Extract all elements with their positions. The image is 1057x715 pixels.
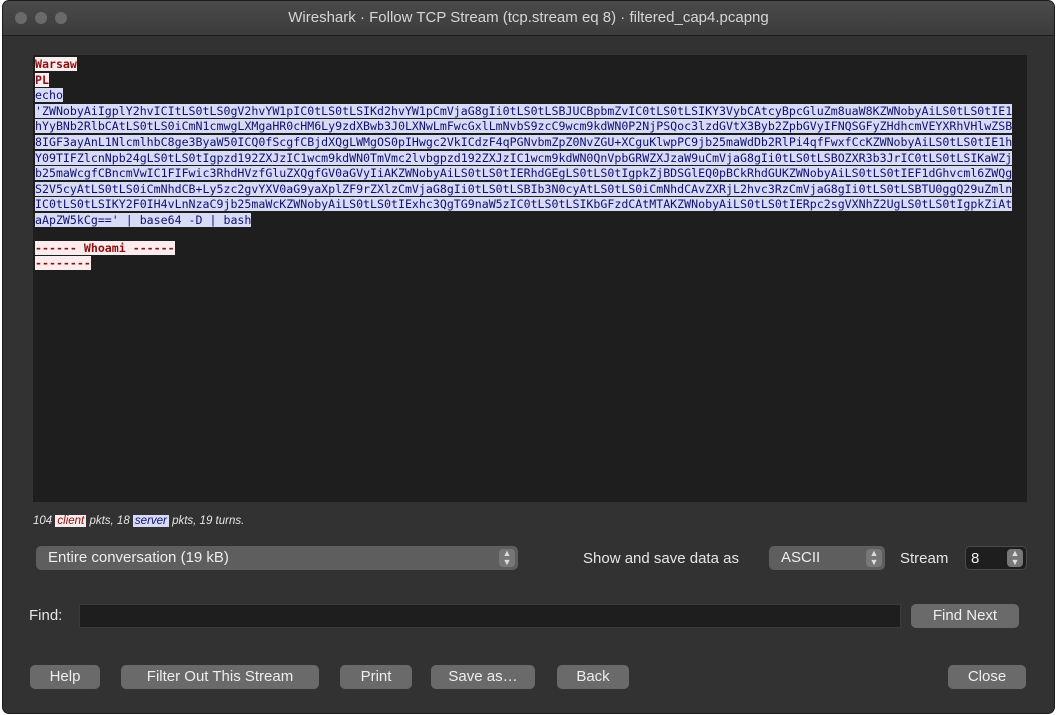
filter-out-stream-button[interactable]: Filter Out This Stream — [121, 665, 319, 689]
close-button[interactable]: Close — [948, 665, 1026, 689]
updown-arrow-icon: ▲ ▼ — [499, 549, 515, 567]
stepper-icon[interactable]: ▲ ▼ — [1007, 549, 1023, 567]
find-label: Find: — [29, 607, 63, 624]
window-title: Wireshark · Follow TCP Stream (tcp.strea… — [288, 9, 769, 26]
find-next-button[interactable]: Find Next — [911, 604, 1019, 628]
stream-stats: 104 client pkts, 18 server pkts, 19 turn… — [33, 515, 245, 527]
title-bar: Wireshark · Follow TCP Stream (tcp.strea… — [3, 1, 1054, 36]
server-tag: server — [132, 515, 169, 527]
stream-line: ------ Whoami ------ — [35, 240, 175, 255]
follow-stream-window: Wireshark · Follow TCP Stream (tcp.strea… — [3, 1, 1054, 713]
back-button[interactable]: Back — [557, 665, 629, 689]
conversation-select[interactable]: Entire conversation (19 kB) ▲ ▼ — [36, 546, 518, 570]
print-button[interactable]: Print — [340, 665, 412, 689]
selected-payload: 'ZWNobyAiIgplY2hvICItLS0tLS0gV2hvYW1pIC0… — [35, 103, 1013, 227]
stream-line: -------- — [35, 256, 91, 271]
stream-label: Stream — [900, 550, 949, 567]
show-data-label: Show and save data as — [583, 550, 739, 567]
help-button[interactable]: Help — [30, 665, 100, 689]
stream-line: PL — [35, 72, 49, 87]
client-tag: client — [55, 515, 87, 527]
save-as-button[interactable]: Save as… — [431, 665, 535, 689]
find-input[interactable] — [79, 604, 901, 628]
format-select[interactable]: ASCII ▲ ▼ — [769, 546, 885, 570]
stream-content[interactable]: Warsaw PL echo 'ZWNobyAiIgplY2hvICItLS0t… — [33, 55, 1027, 502]
stream-line: Warsaw — [35, 57, 77, 71]
stream-line: echo — [35, 88, 63, 103]
updown-arrow-icon: ▲ ▼ — [866, 549, 882, 567]
stream-number-input[interactable]: 8 ▲ ▼ — [965, 546, 1027, 570]
